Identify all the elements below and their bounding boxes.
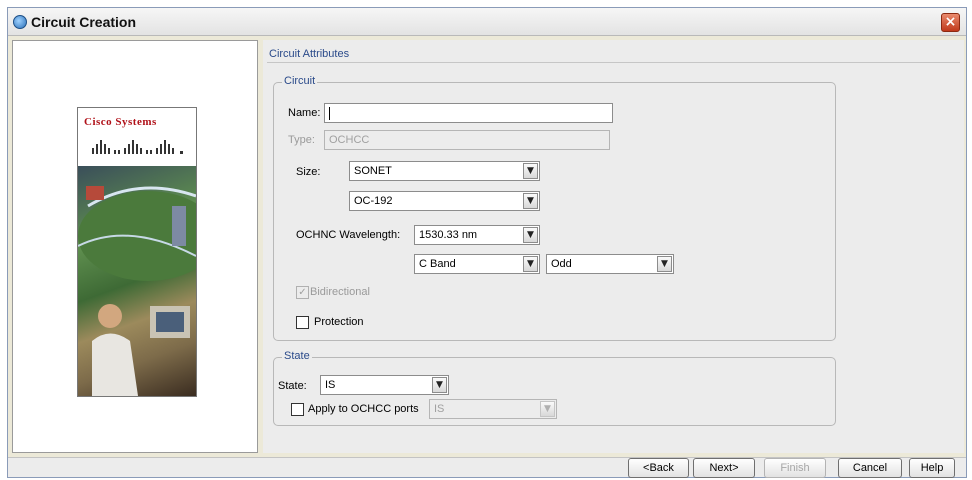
- app-icon: [13, 15, 27, 29]
- rate-select-value: OC-192: [354, 195, 393, 207]
- band-select[interactable]: C Band ▼: [414, 254, 540, 274]
- size-select-value: SONET: [354, 165, 392, 177]
- chevron-down-icon[interactable]: ▼: [432, 377, 447, 393]
- bidirectional-label: Bidirectional: [310, 286, 370, 298]
- back-button[interactable]: <Back: [628, 458, 689, 478]
- chevron-down-icon[interactable]: ▼: [657, 256, 672, 272]
- circuit-creation-window: Circuit Creation × Cisco Systems Circuit…: [7, 7, 967, 478]
- wavelength-select[interactable]: 1530.33 nm ▼: [414, 225, 540, 245]
- text-caret: [329, 107, 330, 120]
- circuit-group-legend: Circuit: [282, 75, 318, 87]
- chevron-down-icon: ▼: [540, 401, 555, 417]
- network-illustration: [78, 166, 196, 396]
- circuit-group: Circuit Name: Type: OCHCC Size: SONET ▼ …: [273, 75, 836, 341]
- parity-select-value: Odd: [551, 258, 572, 270]
- state-group-legend: State: [282, 350, 312, 362]
- wavelength-select-value: 1530.33 nm: [419, 229, 478, 241]
- section-title: Circuit Attributes: [269, 48, 350, 60]
- apply-ochcc-label[interactable]: Apply to OCHCC ports: [308, 403, 419, 415]
- next-button[interactable]: Next>: [693, 458, 755, 478]
- parity-select[interactable]: Odd ▼: [546, 254, 674, 274]
- cisco-bars-icon: [92, 140, 183, 154]
- size-select[interactable]: SONET ▼: [349, 161, 540, 181]
- rate-select[interactable]: OC-192 ▼: [349, 191, 540, 211]
- cisco-logo: Cisco Systems: [78, 108, 196, 166]
- protection-checkbox[interactable]: [296, 316, 309, 329]
- state-label: State:: [278, 380, 307, 392]
- help-button[interactable]: Help: [909, 458, 955, 478]
- cancel-button[interactable]: Cancel: [838, 458, 902, 478]
- protection-label[interactable]: Protection: [314, 316, 364, 328]
- wizard-content: Circuit Attributes Circuit Name: Type: O…: [263, 40, 964, 453]
- state-group: State State: IS ▼ Apply to OCHCC ports I…: [273, 350, 836, 426]
- title-bar[interactable]: Circuit Creation ×: [8, 8, 966, 36]
- size-label: Size:: [296, 166, 321, 178]
- state-select-value: IS: [325, 379, 336, 391]
- name-label: Name:: [288, 107, 321, 119]
- chevron-down-icon[interactable]: ▼: [523, 163, 538, 179]
- close-icon[interactable]: ×: [941, 13, 960, 32]
- type-label: Type:: [288, 134, 315, 146]
- type-field: OCHCC: [324, 130, 610, 150]
- window-title: Circuit Creation: [31, 14, 137, 30]
- cisco-logo-image: Cisco Systems: [77, 107, 197, 397]
- apply-ochcc-checkbox[interactable]: [291, 403, 304, 416]
- wavelength-label: OCHNC Wavelength:: [296, 229, 401, 241]
- cisco-logo-text: Cisco Systems: [84, 116, 157, 128]
- chevron-down-icon[interactable]: ▼: [523, 256, 538, 272]
- chevron-down-icon[interactable]: ▼: [523, 193, 538, 209]
- band-select-value: C Band: [419, 258, 456, 270]
- finish-button: Finish: [764, 458, 826, 478]
- chevron-down-icon[interactable]: ▼: [523, 227, 538, 243]
- name-field[interactable]: [324, 103, 613, 123]
- bidirectional-checkbox: ✓: [296, 286, 309, 299]
- wizard-side-panel: Cisco Systems: [12, 40, 258, 453]
- state-select[interactable]: IS ▼: [320, 375, 449, 395]
- apply-state-select-value: IS: [434, 403, 445, 415]
- section-divider: [267, 62, 960, 63]
- apply-state-select: IS ▼: [429, 399, 557, 419]
